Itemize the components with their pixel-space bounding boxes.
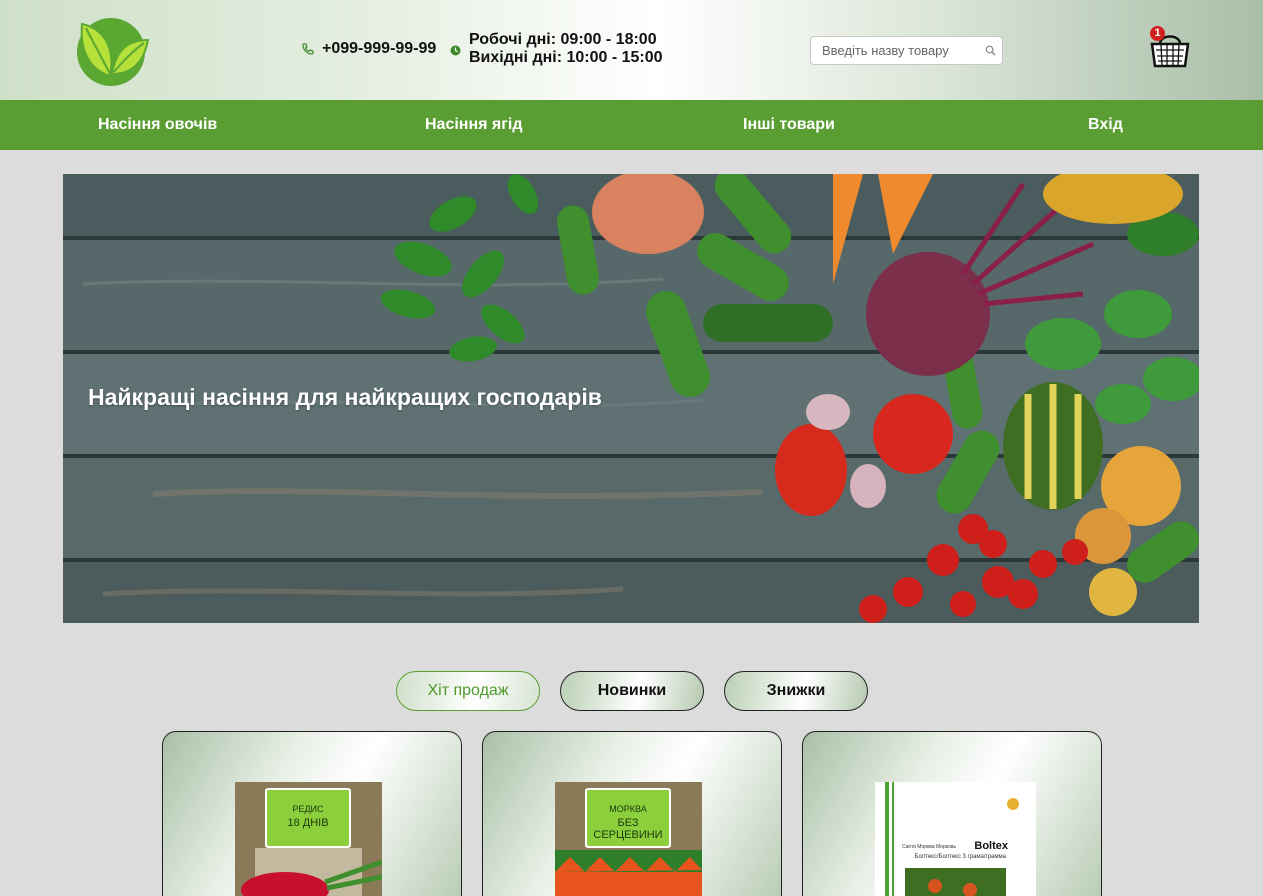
hours-weekend: Вихідні дні: 10:00 - 15:00 bbox=[469, 49, 663, 66]
search-input[interactable] bbox=[811, 37, 981, 64]
hero-banner: Найкращі насіння для найкращих господарі… bbox=[63, 174, 1199, 623]
hero-title: Найкращі насіння для найкращих господарі… bbox=[88, 384, 602, 410]
product-image: МОРКВА БЕЗ СЕРЦЕВИНИ bbox=[555, 782, 702, 896]
search-box bbox=[810, 36, 1003, 65]
clock-icon bbox=[450, 45, 461, 56]
tab-new-arrivals[interactable]: Новинки bbox=[560, 671, 704, 711]
tab-discounts[interactable]: Знижки bbox=[724, 671, 868, 711]
phone-contact[interactable]: +099-999-99-99 bbox=[302, 40, 436, 58]
phone-number: +099-999-99-99 bbox=[322, 40, 437, 57]
nav-item-login[interactable]: Вхід bbox=[1088, 100, 1123, 150]
cart-count-badge: 1 bbox=[1150, 26, 1165, 41]
search-icon[interactable] bbox=[985, 45, 996, 56]
carrot-picture bbox=[555, 850, 702, 896]
boltex-packet-picture bbox=[885, 782, 1019, 896]
site-header: +099-999-99-99 Робочі дні: 09:00 - 18:00… bbox=[0, 0, 1263, 100]
main-nav: Насіння овочів Насіння ягід Інші товари … bbox=[0, 100, 1263, 150]
product-card[interactable]: Boltex Болтекс/Болтекс 3 грама/грамма Ca… bbox=[802, 731, 1102, 896]
nav-item-other-products[interactable]: Інші товари bbox=[743, 100, 835, 150]
product-image: РЕДИС 18 ДНІВ bbox=[235, 782, 382, 896]
nav-item-vegetable-seeds[interactable]: Насіння овочів bbox=[98, 100, 217, 150]
working-hours: Робочі дні: 09:00 - 18:00 Вихідні дні: 1… bbox=[450, 31, 663, 67]
product-card[interactable]: РЕДИС 18 ДНІВ bbox=[162, 731, 462, 896]
product-image: Boltex Болтекс/Болтекс 3 грама/грамма Ca… bbox=[875, 782, 1036, 896]
nav-item-berry-seeds[interactable]: Насіння ягід bbox=[425, 100, 523, 150]
radish-picture bbox=[241, 848, 382, 896]
product-side-text: Carrot Морква Морковь bbox=[902, 844, 957, 850]
cart-button[interactable]: 1 bbox=[1150, 26, 1190, 68]
hours-weekdays: Робочі дні: 09:00 - 18:00 bbox=[469, 31, 657, 48]
product-subtitle: Болтекс/Болтекс 3 грама/грамма bbox=[914, 854, 1007, 860]
leaf-logo[interactable] bbox=[72, 10, 150, 88]
product-card[interactable]: МОРКВА БЕЗ СЕРЦЕВИНИ bbox=[482, 731, 782, 896]
phone-icon bbox=[302, 43, 314, 55]
tab-bestsellers[interactable]: Хіт продаж bbox=[396, 671, 540, 711]
product-brand: Boltex bbox=[974, 840, 1008, 852]
